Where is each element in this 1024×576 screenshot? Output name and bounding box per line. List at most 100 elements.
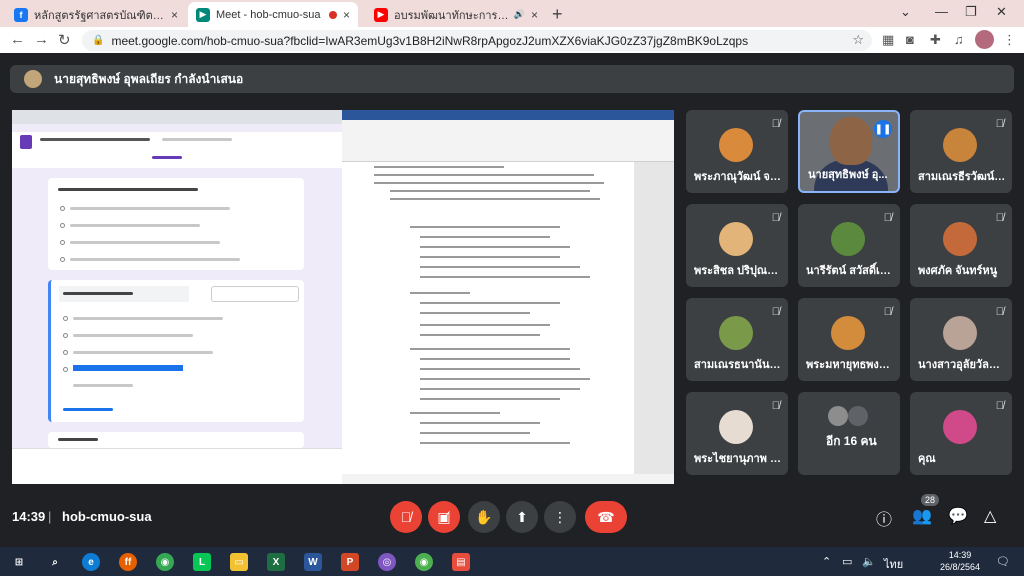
- maximize-icon[interactable]: ❐: [965, 4, 977, 20]
- activities-icon[interactable]: △: [984, 506, 996, 526]
- word-icon[interactable]: W: [304, 553, 322, 571]
- participant-name: นางสาวอุลัยวัลย์ ...: [918, 359, 1006, 371]
- avatar: [943, 410, 977, 444]
- avatar: [831, 222, 865, 256]
- excel-icon[interactable]: X: [267, 553, 285, 571]
- participant-name: นารีรัตน์ สวัสดิ์เมือง: [806, 265, 894, 277]
- tab-close-icon[interactable]: ×: [531, 8, 538, 22]
- raise-hand-button[interactable]: ✋: [468, 501, 500, 533]
- grid-extension-icon[interactable]: ▦: [882, 32, 894, 48]
- chrome-active-icon[interactable]: ◉: [415, 553, 433, 571]
- participant-tile[interactable]: 🎙̸ นางสาวอุลัยวัลย์ ...: [910, 298, 1012, 381]
- tab-close-icon[interactable]: ×: [343, 8, 350, 22]
- back-icon[interactable]: ←: [10, 31, 25, 48]
- tab-close-icon[interactable]: ×: [171, 8, 178, 22]
- participant-tile[interactable]: 🎙̸ พระมหายุทธพงศ์...: [798, 298, 900, 381]
- app-red-icon[interactable]: ▤: [452, 553, 470, 571]
- avatar: [943, 128, 977, 162]
- chrome-icon[interactable]: ◉: [156, 553, 174, 571]
- system-date: 26/8/2564: [940, 562, 981, 572]
- participant-tile[interactable]: 🎙̸ สามเณรธีรวัฒน์ โ...: [910, 110, 1012, 193]
- search-icon[interactable]: ⌕: [46, 553, 64, 571]
- avatar: [831, 316, 865, 350]
- notification-icon[interactable]: 🗨: [996, 555, 1010, 568]
- tab-university[interactable]: f หลักสูตรรัฐศาสตรบัณฑิต มจร วิทยาเขตขอน…: [6, 2, 186, 27]
- more-vert-icon: ⋮: [553, 508, 567, 525]
- separator: |: [48, 509, 52, 524]
- mic-off-icon: 🎙̸: [995, 400, 1004, 412]
- leave-call-button[interactable]: ☎: [585, 501, 627, 533]
- lock-icon: 🔒: [92, 35, 105, 46]
- participant-tile[interactable]: 🎙̸ สามเณรธนานันท์ ...: [686, 298, 788, 381]
- audio-icon[interactable]: 🔊: [514, 9, 525, 20]
- meeting-code: hob-cmuo-sua: [62, 509, 152, 524]
- word-page: [342, 162, 634, 474]
- close-window-icon[interactable]: ✕: [996, 4, 1007, 20]
- new-tab-button[interactable]: +: [552, 4, 563, 25]
- url-text: meet.google.com/hob-cmuo-sua?fbclid=IwAR…: [111, 33, 749, 48]
- mic-off-icon: 🎙̸: [883, 212, 892, 224]
- address-bar[interactable]: 🔒 meet.google.com/hob-cmuo-sua?fbclid=Iw…: [82, 30, 872, 51]
- browser-menu-icon[interactable]: ⋮: [1003, 32, 1016, 48]
- tray-chevron-icon[interactable]: ⌃: [822, 555, 831, 568]
- firefox-icon[interactable]: ff: [119, 553, 137, 571]
- participant-name: สามเณรธนานันท์ ...: [694, 359, 782, 371]
- camera-toggle-button[interactable]: ▣̸: [428, 501, 460, 533]
- facebook-icon: f: [14, 7, 28, 22]
- self-tile[interactable]: 🎙̸ คุณ: [910, 392, 1012, 475]
- tab-title: หลักสูตรรัฐศาสตรบัณฑิต มจร วิทยาเขตขอนแก…: [34, 9, 165, 22]
- bookmark-star-icon[interactable]: ☆: [852, 32, 864, 48]
- people-icon[interactable]: 👥: [912, 506, 932, 526]
- minimize-icon[interactable]: —: [935, 4, 948, 19]
- network-icon[interactable]: ▭: [842, 555, 852, 568]
- edge-icon[interactable]: e: [82, 553, 100, 571]
- mic-toggle-button[interactable]: 🎙̸: [390, 501, 422, 533]
- reload-icon[interactable]: ↻: [58, 31, 71, 49]
- participant-tile-speaker[interactable]: ❚❚ นายสุทธิพงษ์ อุ...: [798, 110, 900, 193]
- present-button[interactable]: ⬆: [506, 501, 538, 533]
- windows-taskbar: ⊞ ⌕ e ff ◉ L ▭ X W P ◎ ◉ ▤ ⌃ ▭ 🔈 ไทย 14:…: [0, 547, 1024, 576]
- participant-name: สามเณรธีรวัฒน์ โ...: [918, 171, 1006, 183]
- participant-tile[interactable]: 🎙̸ พระภาณุวัฒน์ จนฺ...: [686, 110, 788, 193]
- app-icon[interactable]: ◎: [378, 553, 396, 571]
- participant-tile[interactable]: 🎙̸ พระไชยานุภาพ ส...: [686, 392, 788, 475]
- form-next-card: [48, 432, 304, 448]
- mic-off-icon: 🎙̸: [883, 306, 892, 318]
- powerpoint-icon[interactable]: P: [341, 553, 359, 571]
- media-control-icon[interactable]: ♫: [954, 32, 964, 47]
- file-explorer-icon[interactable]: ▭: [230, 553, 248, 571]
- participant-tile[interactable]: 🎙̸ พงศภัค จันทร์หนู: [910, 204, 1012, 287]
- more-participants-count: อีก 16 คน: [826, 434, 877, 448]
- participant-tile[interactable]: 🎙̸ นารีรัตน์ สวัสดิ์เมือง: [798, 204, 900, 287]
- youtube-icon: ▶: [374, 7, 388, 22]
- tab-youtube[interactable]: ▶ อบรมพัฒนาทักษะการเขียน (Writing Skill)…: [366, 2, 546, 27]
- profile-avatar[interactable]: [975, 30, 994, 49]
- windows-start-icon[interactable]: ⊞: [10, 553, 28, 571]
- participant-name: พงศภัค จันทร์หนู: [918, 265, 998, 277]
- speaking-indicator-icon: ❚❚: [874, 120, 892, 138]
- extensions-puzzle-icon[interactable]: ✚: [930, 32, 941, 48]
- volume-icon[interactable]: 🔈: [862, 555, 876, 568]
- chat-icon[interactable]: 💬: [948, 506, 968, 526]
- tab-meet[interactable]: ▶ Meet - hob-cmuo-sua ×: [188, 2, 358, 27]
- tab-capture-icon[interactable]: ◙: [906, 32, 914, 47]
- system-time: 14:39: [948, 550, 972, 560]
- more-options-button[interactable]: ⋮: [544, 501, 576, 533]
- forward-icon[interactable]: →: [34, 31, 49, 48]
- more-participants-tile[interactable]: อีก 16 คน: [798, 392, 900, 475]
- meeting-details-icon[interactable]: ⓘ: [876, 506, 892, 530]
- line-app-icon[interactable]: L: [193, 553, 211, 571]
- participant-count-badge: 28: [921, 494, 940, 506]
- participant-tile[interactable]: 🎙̸ พระสิชล ปริปุณโณ: [686, 204, 788, 287]
- tab-title: Meet - hob-cmuo-sua: [216, 8, 321, 21]
- tab-search-icon[interactable]: ⌄: [900, 4, 911, 20]
- meeting-clock: 14:39: [12, 509, 46, 524]
- system-clock[interactable]: 14:39 26/8/2564: [940, 549, 980, 573]
- forms-logo: [20, 135, 32, 149]
- recording-dot-icon: [328, 10, 337, 19]
- speaker-video: [830, 117, 872, 165]
- keyboard-language[interactable]: ไทย: [884, 555, 903, 573]
- browser-toolbar: ← → ↻ 🔒 meet.google.com/hob-cmuo-sua?fbc…: [0, 27, 1024, 53]
- mic-off-icon: 🎙̸: [771, 118, 780, 130]
- avatar: [719, 128, 753, 162]
